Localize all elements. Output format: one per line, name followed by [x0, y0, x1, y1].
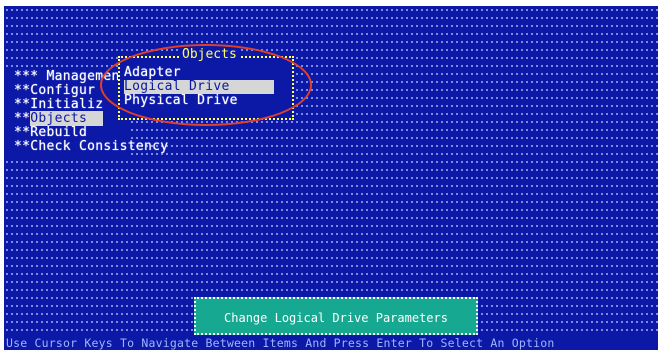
menu-item-prefix: **	[14, 111, 31, 126]
menu-item-label: Objects	[30, 111, 104, 126]
menu-item-label: Initializ	[30, 97, 104, 112]
annotation-ellipse	[100, 44, 312, 126]
menu-item-label: Rebuild	[30, 125, 88, 140]
menu-item-prefix: **	[14, 125, 31, 140]
frame-left	[0, 0, 4, 352]
help-box: Change Logical Drive Parameters	[194, 297, 478, 335]
menu-item-configure[interactable]: **Configur	[14, 84, 95, 98]
frame-top	[0, 0, 662, 6]
status-text: Use Cursor Keys To Navigate Between Item…	[6, 336, 555, 350]
menu-item-prefix: **	[14, 139, 31, 154]
menu-item-prefix: ***	[14, 69, 47, 84]
frame-right	[658, 0, 662, 352]
menu-item-objects[interactable]: **Objects	[14, 111, 104, 126]
menu-item-label: Configur	[30, 83, 96, 98]
status-bar: Use Cursor Keys To Navigate Between Item…	[4, 337, 658, 350]
bios-screen: *** Managemen **Configur **Initializ **O…	[0, 0, 662, 352]
menu-item-rebuild[interactable]: **Rebuild	[14, 126, 87, 140]
help-text: Change Logical Drive Parameters	[224, 311, 448, 325]
menu-item-check-consistency[interactable]: **Check Consistency	[14, 140, 168, 154]
menu-item-initialize[interactable]: **Initializ	[14, 98, 103, 112]
menu-item-label: Check Consistency	[30, 139, 169, 154]
menu-item-prefix: **	[14, 83, 31, 98]
menu-item-prefix: **	[14, 97, 31, 112]
